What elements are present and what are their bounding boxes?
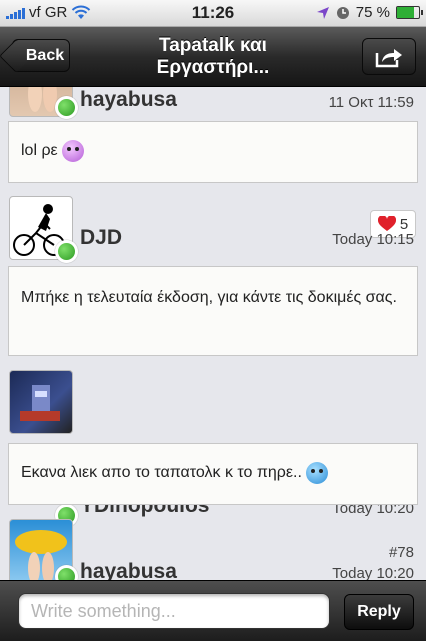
online-status-icon (55, 96, 78, 119)
post-time: Today 10:15 (332, 231, 414, 248)
avatar[interactable] (9, 370, 73, 434)
post-body: Εκανα λιεκ απο το ταπατολκ κ το πηρε.. (8, 443, 418, 505)
online-status-icon (55, 240, 78, 263)
tongue-emoji-icon (61, 139, 84, 162)
thread-title: Tapatalk και Εργαστήρι... (156, 35, 270, 78)
share-icon (375, 48, 402, 67)
post: DJD 5 Today 10:15 Μπήκε η τελευταία έκδο… (0, 196, 426, 366)
post-time: Today 10:20 (332, 565, 414, 580)
share-button[interactable] (362, 38, 416, 75)
location-arrow-icon (316, 6, 329, 19)
post-time: 11 Οκτ 11:59 (328, 94, 414, 111)
back-button[interactable]: Back (12, 39, 70, 72)
reply-bar: Write something... Reply (0, 580, 426, 641)
online-status-icon (55, 565, 78, 580)
navigation-bar: Back Tapatalk και Εργαστήρι... (0, 27, 426, 87)
post-username[interactable]: hayabusa (80, 88, 177, 112)
post-number: #78 (388, 544, 414, 561)
reply-button[interactable]: Reply (344, 594, 414, 630)
wink-emoji-icon (305, 461, 328, 484)
battery-percent: 75 % (355, 4, 390, 21)
heart-icon (377, 216, 396, 231)
post: hayabusa #78 Today 10:20 (0, 519, 426, 580)
post-username[interactable]: DJD (80, 226, 122, 250)
post: hayabusa 11 Οκτ 11:59 lol ρε (0, 87, 426, 187)
post-body: lol ρε (8, 121, 418, 183)
message-input[interactable]: Write something... (18, 593, 330, 629)
post-list[interactable]: hayabusa 11 Οκτ 11:59 lol ρε DJD 5 Today… (0, 87, 426, 580)
battery-icon (396, 6, 423, 19)
post-body: Μπήκε η τελευταία έκδοση, για κάντε τις … (8, 266, 418, 356)
post-username[interactable]: hayabusa (80, 560, 177, 580)
status-bar: vf GR 11:26 75 % (0, 0, 426, 27)
alarm-clock-icon (336, 6, 349, 19)
